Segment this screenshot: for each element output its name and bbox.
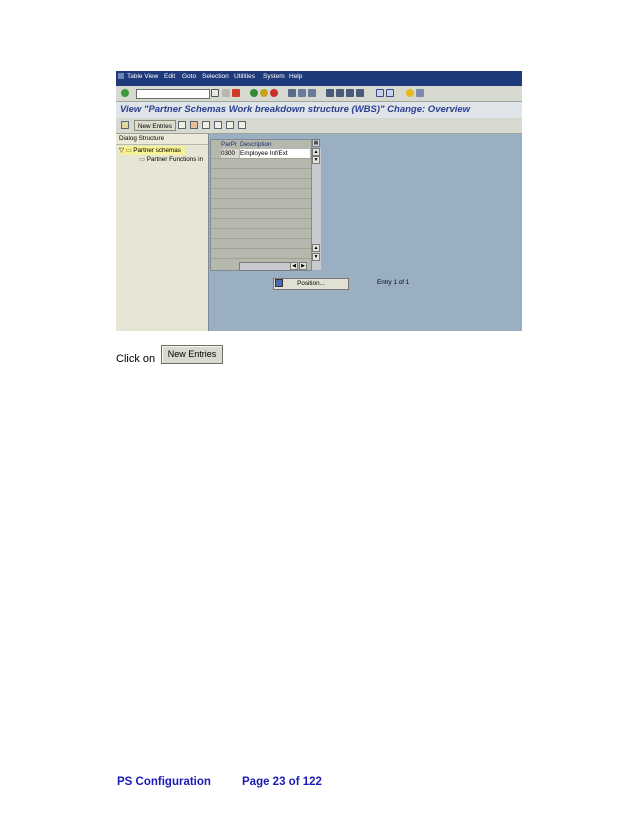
- scroll-page-down-icon[interactable]: ▼: [312, 253, 320, 261]
- table-row[interactable]: 0300 Employee Inf/Ext: [211, 149, 311, 159]
- column-settings-icon[interactable]: ▦: [312, 139, 320, 147]
- deselect-all-icon[interactable]: [238, 121, 246, 129]
- scroll-right-icon[interactable]: ▶: [299, 262, 307, 270]
- application-toolbar: New Entries: [116, 118, 522, 134]
- horizontal-scrollbar[interactable]: [239, 262, 291, 271]
- undo-change-icon[interactable]: [202, 121, 210, 129]
- parpr-cell[interactable]: 0300: [221, 149, 239, 158]
- enter-icon[interactable]: [121, 89, 129, 97]
- sap-logo-icon: [118, 73, 124, 79]
- tree-item-partner-schemas[interactable]: ▽ ▭ Partner schemas: [119, 146, 185, 155]
- description-cell[interactable]: Employee Inf/Ext: [240, 149, 310, 158]
- menu-system[interactable]: System: [263, 73, 285, 80]
- display-change-icon[interactable]: [121, 121, 129, 129]
- dialog-structure-panel: Dialog Structure ▽ ▭ Partner schemas ▭ P…: [116, 134, 209, 331]
- tree-item-label: Partner Functions in: [146, 156, 204, 163]
- table-row[interactable]: [211, 159, 311, 169]
- menu-utilities[interactable]: Utilities: [234, 73, 255, 80]
- table-row[interactable]: [211, 179, 311, 189]
- menu-table-view[interactable]: Table View: [127, 73, 158, 80]
- column-header-description[interactable]: Description: [240, 140, 300, 149]
- partner-schemas-table: ParPr Description 0300 Employee Inf/Ext: [210, 139, 312, 271]
- table-row[interactable]: [211, 169, 311, 179]
- standard-toolbar: [116, 86, 522, 102]
- layout-menu-icon[interactable]: [416, 89, 424, 97]
- column-header-parpr[interactable]: ParPr: [221, 140, 239, 149]
- dialog-structure-header: Dialog Structure: [116, 134, 208, 145]
- table-row[interactable]: [211, 199, 311, 209]
- table-row[interactable]: [211, 189, 311, 199]
- screen-title-bar: View "Partner Schemas Work breakdown str…: [116, 102, 522, 118]
- first-page-icon[interactable]: [326, 89, 334, 97]
- tree-item-label: Partner schemas: [133, 147, 181, 154]
- shortcut-icon[interactable]: [386, 89, 394, 97]
- table-row[interactable]: [211, 229, 311, 239]
- tree-item-partner-functions[interactable]: ▭ Partner Functions in: [139, 155, 203, 164]
- expand-triangle-icon[interactable]: ▽: [119, 147, 126, 154]
- help-icon[interactable]: [406, 89, 414, 97]
- back-icon[interactable]: [250, 89, 258, 97]
- vertical-scrollbar[interactable]: ▲ ▼ ▲ ▼: [312, 148, 321, 270]
- table-row[interactable]: [211, 239, 311, 249]
- print-icon[interactable]: [288, 89, 296, 97]
- folder-icon: ▭: [139, 156, 145, 163]
- page-number: Page 23 of 122: [242, 776, 322, 788]
- position-button[interactable]: Position...: [273, 278, 349, 290]
- scroll-down-icon[interactable]: ▼: [312, 156, 320, 164]
- cancel-icon[interactable]: [270, 89, 278, 97]
- exit-icon[interactable]: [260, 89, 268, 97]
- last-page-icon[interactable]: [356, 89, 364, 97]
- next-page-icon[interactable]: [346, 89, 354, 97]
- find-icon[interactable]: [298, 89, 306, 97]
- scroll-page-up-icon[interactable]: ▲: [312, 244, 320, 252]
- table-row[interactable]: [211, 249, 311, 259]
- select-block-icon[interactable]: [226, 121, 234, 129]
- folder-open-icon: ▭: [125, 147, 132, 154]
- new-entries-button[interactable]: New Entries: [134, 120, 176, 131]
- instruction-text: Click on: [116, 353, 156, 365]
- screen-title: View "Partner Schemas Work breakdown str…: [120, 104, 471, 115]
- table-row[interactable]: [211, 219, 311, 229]
- menu-selection[interactable]: Selection: [202, 73, 229, 80]
- footer-title: PS Configuration: [117, 776, 211, 788]
- copy-as-icon[interactable]: [178, 121, 186, 129]
- select-all-icon[interactable]: [214, 121, 222, 129]
- menu-goto[interactable]: Goto: [182, 73, 196, 80]
- scroll-up-icon[interactable]: ▲: [312, 148, 320, 156]
- position-icon: [275, 279, 283, 287]
- menu-bar: Table View Edit Goto Selection Utilities…: [116, 71, 522, 86]
- new-session-icon[interactable]: [376, 89, 384, 97]
- new-entries-button-image: New Entries: [161, 345, 223, 364]
- table-row[interactable]: [211, 209, 311, 219]
- save-icon[interactable]: [232, 89, 240, 97]
- command-field[interactable]: [136, 89, 210, 99]
- delete-icon[interactable]: [190, 121, 198, 129]
- sap-screenshot: Table View Edit Goto Selection Utilities…: [116, 71, 522, 331]
- scroll-left-icon[interactable]: ◀: [290, 262, 298, 270]
- entry-count: Entry 1 of 1: [377, 279, 410, 286]
- previous-page-icon[interactable]: [336, 89, 344, 97]
- command-dropdown-icon[interactable]: [211, 89, 219, 97]
- find-next-icon[interactable]: [308, 89, 316, 97]
- row-selector-header[interactable]: [211, 140, 220, 149]
- menu-edit[interactable]: Edit: [164, 73, 175, 80]
- menu-help[interactable]: Help: [289, 73, 302, 80]
- separator-icon: [222, 89, 230, 97]
